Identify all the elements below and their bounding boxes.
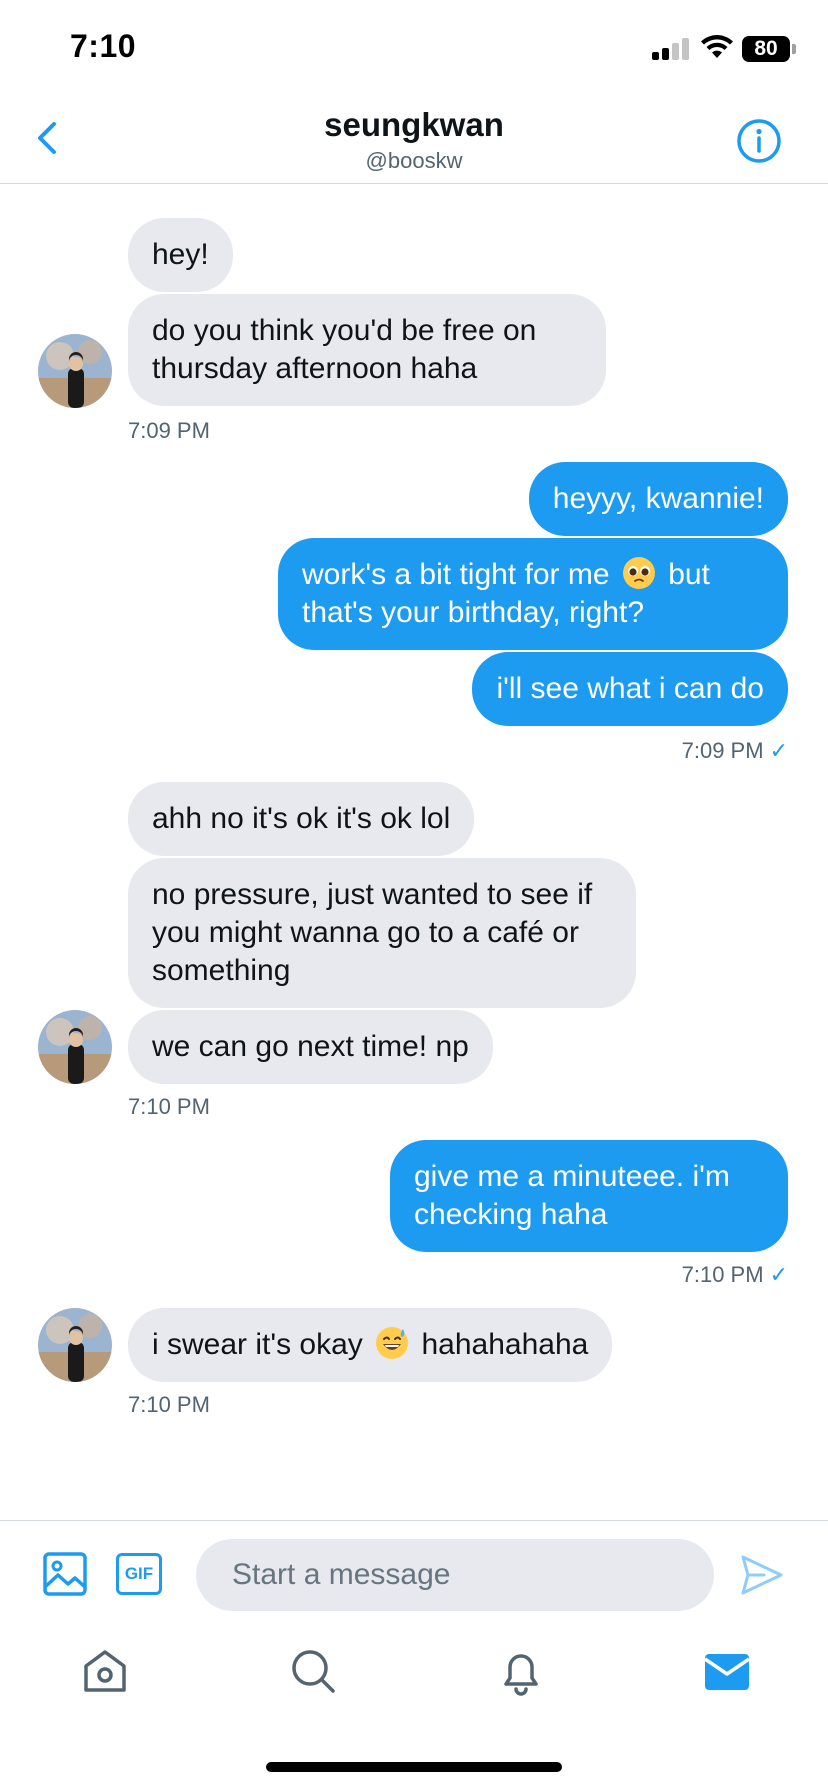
incoming-message[interactable]: i swear it's okay hahahahaha — [128, 1308, 613, 1382]
contact-avatar[interactable] — [38, 334, 112, 408]
grinning-sweat-emoji-icon — [376, 1327, 409, 1359]
message-timestamp: 7:10 PM — [128, 1392, 210, 1417]
gif-button[interactable]: GIF — [116, 1553, 162, 1595]
battery-icon: 80 — [742, 36, 790, 62]
battery-level: 80 — [754, 37, 778, 60]
bell-icon[interactable] — [496, 1646, 546, 1696]
mail-icon[interactable] — [702, 1646, 752, 1696]
message-text: work's a bit tight for me — [302, 558, 610, 591]
read-receipt-icon: ✓ — [769, 1262, 788, 1287]
incoming-message[interactable]: hey! — [128, 218, 233, 292]
message-timestamp: 7:10 PM — [128, 1094, 210, 1119]
read-receipt-icon: ✓ — [769, 738, 788, 763]
timestamp-text: 7:09 PM — [681, 738, 764, 763]
wifi-icon — [701, 35, 733, 58]
incoming-message[interactable]: do you think you'd be free on thursday a… — [128, 294, 606, 406]
image-icon[interactable] — [42, 1551, 88, 1597]
status-bar: 7:10 80 — [0, 0, 828, 100]
home-indicator[interactable] — [266, 1762, 562, 1772]
bottom-tab-bar — [0, 1626, 828, 1736]
outgoing-message[interactable]: i'll see what i can do — [472, 652, 788, 726]
pleading-face-emoji-icon — [622, 557, 655, 589]
signal-icon — [652, 38, 690, 60]
message-timestamp: 7:09 PM ✓ — [682, 738, 788, 764]
search-icon[interactable] — [288, 1646, 338, 1696]
message-text: hahahahaha — [421, 1328, 589, 1361]
conversation-header: seungkwan @booskw — [0, 100, 828, 184]
info-button[interactable] — [734, 116, 784, 166]
battery-cap — [792, 44, 796, 54]
contact-name[interactable]: seungkwan — [0, 106, 828, 144]
message-timestamp: 7:10 PM ✓ — [682, 1262, 788, 1288]
avatar-image — [38, 1308, 112, 1382]
incoming-message[interactable]: ahh no it's ok it's ok lol — [128, 782, 475, 856]
outgoing-message[interactable]: heyyy, kwannie! — [528, 462, 788, 536]
outgoing-message[interactable]: work's a bit tight for me but that's you… — [278, 538, 788, 650]
contact-avatar[interactable] — [38, 1308, 112, 1382]
send-icon[interactable] — [740, 1553, 784, 1597]
incoming-message[interactable]: no pressure, just wanted to see if you m… — [128, 858, 636, 1008]
avatar-image — [38, 334, 112, 408]
outgoing-message[interactable]: give me a minuteee. i'm checking haha — [390, 1140, 788, 1252]
message-text: i swear it's okay — [152, 1328, 363, 1361]
message-input[interactable] — [196, 1539, 714, 1611]
message-composer: GIF — [0, 1520, 828, 1626]
contact-handle[interactable]: @booskw — [0, 148, 828, 174]
contact-avatar[interactable] — [38, 1010, 112, 1084]
timestamp-text: 7:10 PM — [681, 1262, 764, 1287]
home-icon[interactable] — [80, 1646, 130, 1696]
incoming-message[interactable]: we can go next time! np — [128, 1010, 493, 1084]
avatar-image — [38, 1010, 112, 1084]
status-time: 7:10 — [70, 28, 137, 64]
message-timestamp: 7:09 PM — [128, 418, 210, 443]
